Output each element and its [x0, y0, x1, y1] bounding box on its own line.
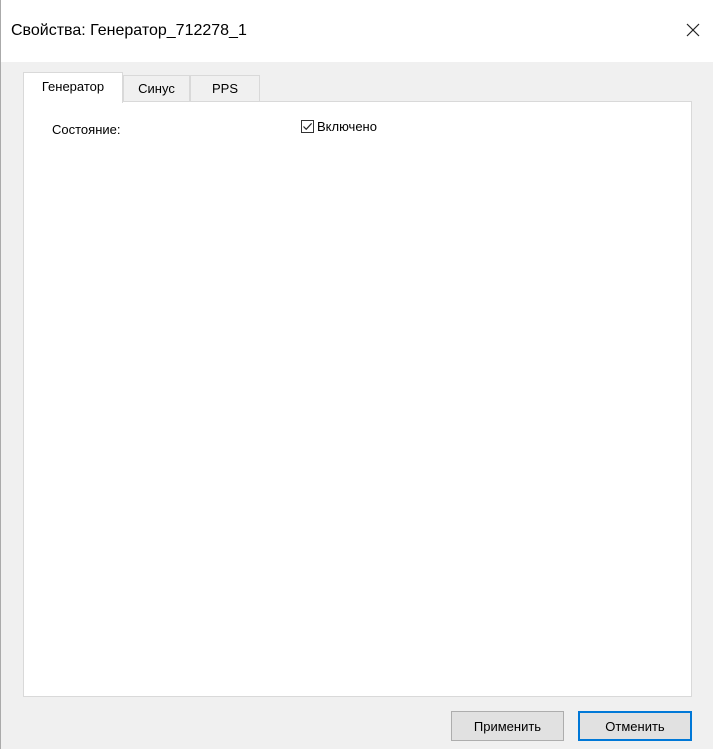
tab-sine[interactable]: Синус — [123, 75, 190, 102]
close-button[interactable] — [673, 10, 713, 50]
enabled-checkbox[interactable] — [301, 120, 314, 133]
state-label: Состояние: — [52, 122, 121, 137]
enabled-checkbox-label: Включено — [317, 119, 377, 134]
tab-pps-label: PPS — [211, 81, 238, 96]
cancel-button[interactable]: Отменить — [578, 711, 692, 741]
apply-button[interactable]: Применить — [451, 711, 564, 741]
tab-pps[interactable]: PPS — [190, 75, 260, 102]
tab-generator-label: Генератор — [41, 79, 105, 94]
close-icon — [686, 23, 700, 37]
properties-dialog: Свойства: Генератор_712278_1 Генератор С… — [0, 0, 713, 749]
window-title: Свойства: Генератор_712278_1 — [11, 22, 247, 39]
checkmark-icon — [303, 122, 313, 131]
tab-sine-label: Синус — [138, 81, 175, 96]
title-bar: Свойства: Генератор_712278_1 — [1, 0, 713, 62]
enabled-checkbox-row[interactable]: Включено — [301, 119, 377, 134]
tab-generator[interactable]: Генератор — [23, 72, 123, 103]
generator-tab-panel: Состояние: Включено — [23, 101, 692, 697]
